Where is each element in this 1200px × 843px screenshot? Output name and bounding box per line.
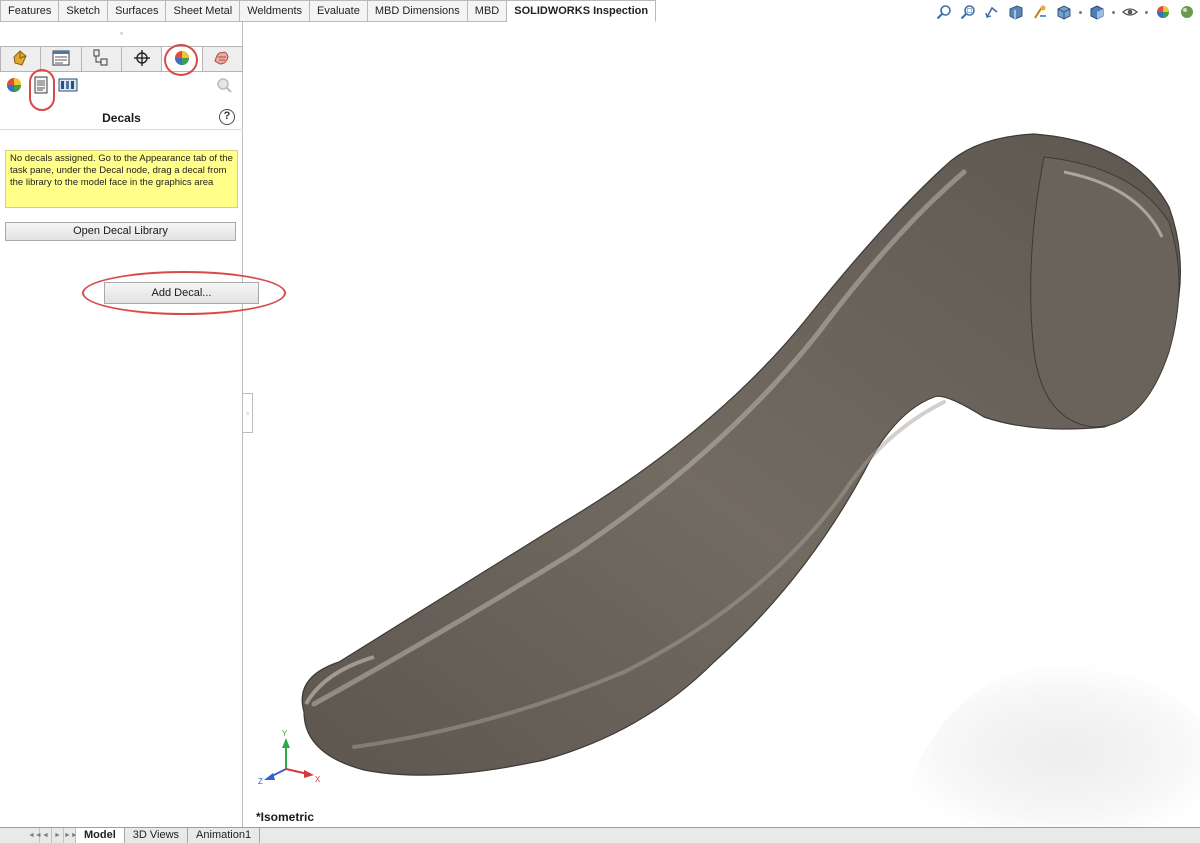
tab-evaluate[interactable]: Evaluate — [310, 0, 368, 22]
add-decal-button[interactable]: Add Decal... — [104, 282, 259, 304]
scenes-lights-cameras-icon — [58, 76, 78, 97]
search-icon — [215, 76, 233, 97]
floor-shadow — [894, 662, 1200, 827]
scroll-prev-button[interactable]: ◄ — [40, 828, 52, 843]
decals-icon — [33, 76, 49, 97]
scenes-lights-cameras-button[interactable] — [58, 76, 78, 96]
apply-scene-icon[interactable] — [1178, 3, 1196, 21]
scroll-next-button[interactable]: ► — [52, 828, 64, 843]
triad-z-label: Z — [258, 777, 263, 786]
section-view-icon[interactable] — [1007, 3, 1025, 21]
graphics-area[interactable]: Y X Z *Isometric — [244, 22, 1200, 827]
propertymanager-icon — [51, 49, 71, 70]
scroll-first-button[interactable]: ◄◄ — [28, 828, 42, 843]
zoom-to-area-icon[interactable] — [959, 3, 977, 21]
tab-scroll-buttons: ◄◄ ◄ ► ►► — [28, 828, 78, 843]
help-icon[interactable]: ? — [219, 109, 235, 125]
appearances-button[interactable] — [4, 76, 24, 96]
separator-dot — [1112, 10, 1115, 14]
display-manager-icon — [172, 49, 192, 70]
model-tabs-bar: ◄◄ ◄ ► ►► Model 3D Views Animation1 — [0, 827, 1200, 843]
tab-sketch[interactable]: Sketch — [59, 0, 109, 22]
tab-solidworks-inspection[interactable]: SOLIDWORKS Inspection — [507, 0, 657, 22]
triad-x-label: X — [315, 775, 321, 784]
open-decal-library-button[interactable]: Open Decal Library — [5, 222, 236, 241]
appearances-icon — [5, 76, 23, 97]
panel-title-text: Decals — [102, 111, 141, 125]
tab-features[interactable]: Features — [0, 0, 60, 22]
tab-surfaces[interactable]: Surfaces — [108, 0, 167, 22]
hide-show-icon[interactable] — [1121, 3, 1139, 21]
tab-dimxpertmanager[interactable] — [121, 46, 163, 72]
tab-mbd[interactable]: MBD — [467, 0, 508, 22]
tab-propertymanager[interactable] — [41, 46, 82, 72]
view-orientation-label: *Isometric — [256, 810, 315, 824]
tab-camview[interactable] — [202, 46, 243, 72]
panel-title: Decals ? — [0, 106, 243, 130]
display-manager-subtoolbar — [4, 76, 239, 98]
dynamic-annotation-icon[interactable] — [1031, 3, 1049, 21]
tab-animation1[interactable]: Animation1 — [188, 828, 261, 843]
pane-splitter-handle[interactable]: ◦ — [0, 22, 243, 44]
tab-3d-views[interactable]: 3D Views — [124, 828, 189, 843]
triad-y-label: Y — [282, 729, 288, 738]
separator-dot — [1145, 10, 1148, 14]
tab-weldments[interactable]: Weldments — [240, 0, 311, 22]
featuremanager-tree-icon — [11, 49, 31, 70]
decals-button[interactable] — [31, 76, 51, 96]
tab-sheet-metal[interactable]: Sheet Metal — [166, 0, 241, 22]
manager-tabs — [0, 46, 243, 72]
tab-configurationmanager[interactable] — [81, 46, 122, 72]
find-button[interactable] — [214, 76, 234, 96]
command-manager: Features Sketch Surfaces Sheet Metal Wel… — [0, 0, 1200, 22]
previous-view-icon[interactable] — [983, 3, 1001, 21]
scroll-last-button[interactable]: ►► — [64, 828, 78, 843]
display-style-icon[interactable] — [1088, 3, 1106, 21]
display-manager-pane: ◦ Decals ? No decals assigned. Go to the… — [0, 22, 286, 827]
tab-displaymanager[interactable] — [162, 46, 203, 72]
zoom-to-fit-icon[interactable] — [935, 3, 953, 21]
no-decals-message: No decals assigned. Go to the Appearance… — [5, 150, 238, 208]
tab-featuremanager[interactable] — [0, 46, 42, 72]
separator-dot — [1079, 10, 1082, 14]
heads-up-view-toolbar — [935, 3, 1196, 21]
tab-mbd-dimensions[interactable]: MBD Dimensions — [367, 0, 468, 22]
edit-appearance-icon[interactable] — [1154, 3, 1172, 21]
part-model[interactable]: Y X Z — [244, 22, 1200, 827]
dimxpert-icon — [132, 49, 152, 70]
command-manager-tabs: Features Sketch Surfaces Sheet Metal Wel… — [0, 0, 657, 22]
configurationmanager-icon — [91, 49, 111, 70]
camview-icon — [212, 49, 232, 70]
view-orientation-icon[interactable] — [1055, 3, 1073, 21]
tab-model[interactable]: Model — [76, 828, 125, 843]
